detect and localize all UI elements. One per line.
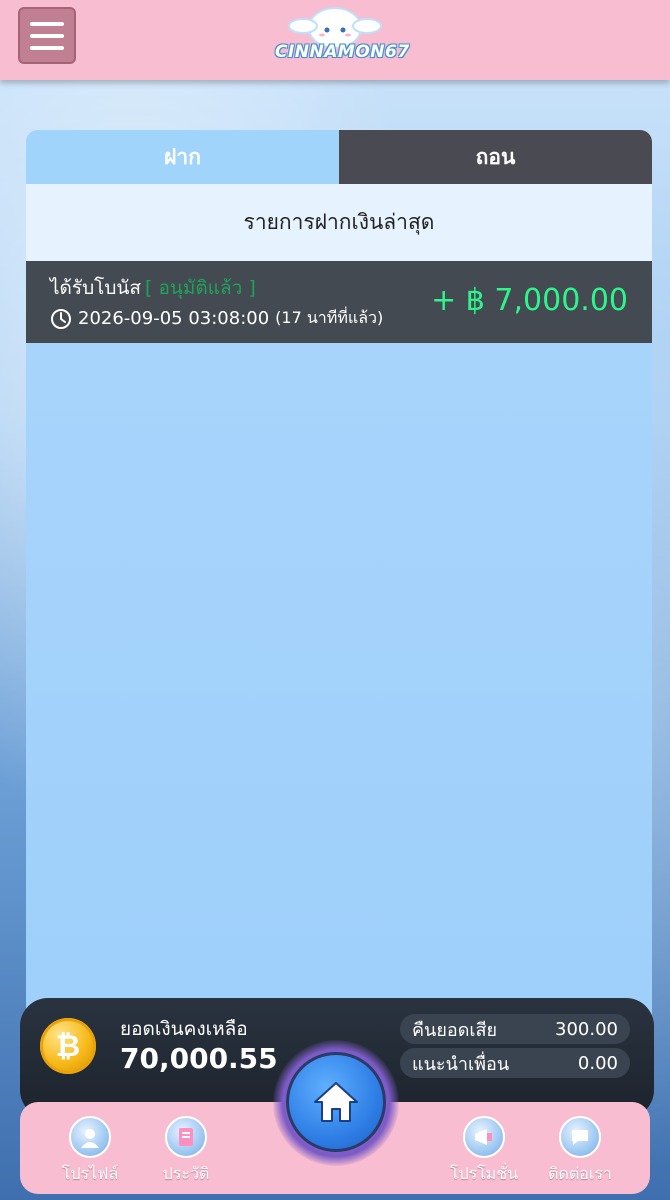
logo[interactable]: CINNAMON67 [275, 4, 410, 70]
referral-value: 0.00 [577, 1052, 618, 1074]
transaction-type: ได้รับโบนัส [50, 277, 142, 299]
app-header: CINNAMON67 [0, 0, 670, 80]
nav-label: โปรไฟล์ [61, 1164, 119, 1183]
cashback-stat: คืนยอดเสีย 300.00 [400, 1014, 630, 1044]
transaction-datetime: 2026-09-05 03:08:00 [78, 308, 270, 329]
logo-text: CINNAMON67 [275, 42, 410, 62]
menu-button[interactable] [18, 7, 76, 64]
history-icon [165, 1116, 207, 1158]
referral-stat: แนะนำเพื่อน 0.00 [400, 1048, 630, 1078]
transaction-ago: (17 นาทีที่แล้ว) [275, 308, 384, 327]
menu-line [30, 45, 64, 50]
referral-label: แนะนำเพื่อน [412, 1053, 510, 1075]
nav-item-contact[interactable]: ติดต่อเรา [540, 1116, 620, 1187]
section-title: รายการฝากเงินล่าสุด [26, 184, 652, 261]
transaction-amount: + ฿ 7,000.00 [431, 283, 628, 318]
clock-icon [51, 308, 71, 329]
home-button[interactable] [286, 1052, 386, 1152]
nav-label: ติดต่อเรา [548, 1164, 612, 1183]
nav-label: โปรโมชั่น [449, 1164, 519, 1183]
transaction-title: ได้รับโบนัส[ อนุมัติแล้ว ] [50, 273, 256, 303]
deposit-card: ฝาก ถอน รายการฝากเงินล่าสุด ได้รับโบนัส[… [26, 130, 652, 1030]
transaction-time: 2026-09-05 03:08:00 (17 นาทีที่แล้ว) [50, 306, 383, 331]
transaction-status: [ อนุมัติแล้ว ] [145, 277, 256, 299]
nav-item-profile[interactable]: โปรไฟล์ [50, 1116, 130, 1187]
transaction-row: ได้รับโบนัส[ อนุมัติแล้ว ] 2026-09-05 03… [26, 261, 652, 343]
home-icon [314, 1082, 358, 1122]
nav-item-promotion[interactable]: โปรโมชั่น [444, 1116, 524, 1187]
profile-icon [69, 1116, 111, 1158]
cashback-value: 300.00 [555, 1018, 618, 1040]
tab-bar: ฝาก ถอน [26, 130, 652, 184]
balance-label: ยอดเงินคงเหลือ [120, 1018, 248, 1040]
contact-icon [559, 1116, 601, 1158]
nav-item-history[interactable]: ประวัติ [146, 1116, 226, 1187]
promotion-icon [463, 1116, 505, 1158]
balance-value: 70,000.55 [120, 1042, 278, 1075]
coin-icon: ₿ [40, 1018, 96, 1074]
menu-line [30, 33, 64, 38]
menu-line [30, 21, 64, 26]
tab-withdraw[interactable]: ถอน [339, 130, 652, 184]
cashback-label: คืนยอดเสีย [412, 1019, 498, 1041]
tab-deposit[interactable]: ฝาก [26, 130, 339, 184]
nav-label: ประวัติ [162, 1164, 210, 1183]
